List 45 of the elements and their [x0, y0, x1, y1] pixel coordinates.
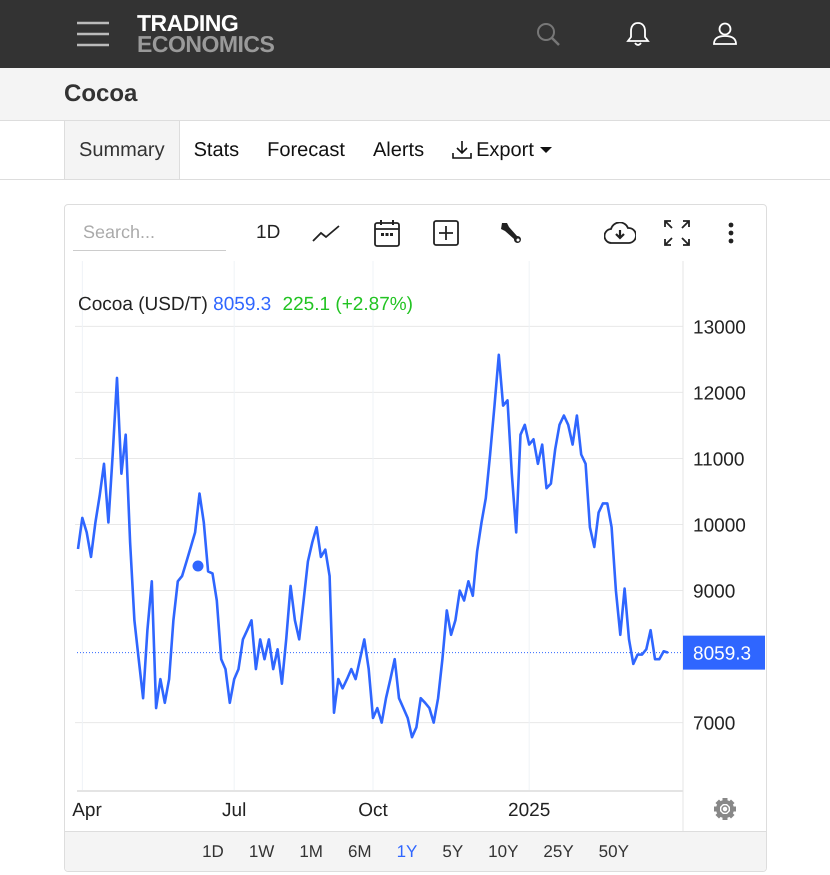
- marker-drawing: [192, 560, 204, 572]
- search-icon[interactable]: [536, 22, 561, 46]
- search-field[interactable]: Search...: [73, 215, 226, 251]
- range-button[interactable]: 5Y: [442, 838, 464, 864]
- range-button[interactable]: 6M: [348, 838, 372, 864]
- page-title: Cocoa: [64, 80, 138, 108]
- x-axis-label: Oct: [358, 800, 388, 821]
- range-button[interactable]: 1D: [202, 838, 224, 864]
- menu-icon[interactable]: [77, 21, 109, 47]
- tab[interactable]: Summary: [64, 121, 180, 179]
- bell-icon[interactable]: [626, 21, 650, 47]
- line-chart-icon[interactable]: [312, 224, 340, 242]
- range-button[interactable]: 1W: [248, 838, 274, 864]
- wrench-icon[interactable]: [499, 221, 524, 245]
- x-axis-label: 2025: [508, 800, 550, 821]
- tab[interactable]: Forecast: [253, 121, 359, 179]
- caret-icon: [540, 147, 552, 153]
- add-icon[interactable]: [433, 220, 460, 246]
- range-button[interactable]: 25Y: [543, 838, 574, 864]
- calendar-icon[interactable]: [374, 219, 400, 247]
- y-axis-label: 12000: [693, 383, 746, 404]
- y-axis-label: 7000: [693, 714, 736, 735]
- y-axis-label: 9000: [693, 582, 736, 603]
- range-button[interactable]: 1M: [299, 838, 323, 864]
- last-value-label: 8059.3: [683, 636, 765, 670]
- y-axis-label: 13000: [693, 317, 746, 338]
- range-button[interactable]: 10Y: [488, 838, 518, 864]
- user-icon[interactable]: [712, 22, 738, 46]
- settings-icon[interactable]: [714, 798, 736, 820]
- x-axis-label: Apr: [72, 800, 102, 821]
- range-button[interactable]: 50Y: [598, 838, 629, 864]
- export-dropdown[interactable]: Export: [438, 121, 566, 179]
- y-axis-label: 10000: [693, 516, 746, 537]
- tab[interactable]: Stats: [180, 121, 254, 179]
- chart-legend: Cocoa (USD/T) 8059.3 225.1 (+2.87%): [78, 294, 413, 315]
- cloud-download-icon[interactable]: [604, 222, 636, 244]
- logo[interactable]: TRADING ECONOMICS: [137, 12, 274, 56]
- x-axis-label: Jul: [222, 800, 246, 821]
- interval-button[interactable]: 1D: [256, 218, 280, 248]
- download-icon: [452, 140, 472, 160]
- tab[interactable]: Alerts: [358, 121, 438, 179]
- y-axis-label: 11000: [693, 449, 744, 470]
- more-icon[interactable]: [728, 222, 734, 244]
- fullscreen-icon[interactable]: [664, 220, 690, 246]
- range-button[interactable]: 1Y: [396, 838, 418, 864]
